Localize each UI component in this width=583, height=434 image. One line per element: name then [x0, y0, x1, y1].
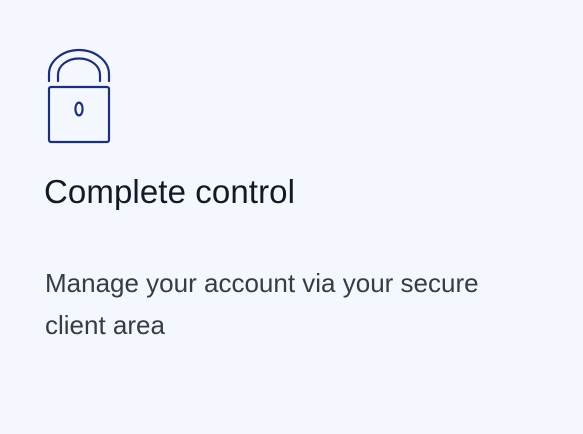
- card-description: Manage your account via your secure clie…: [45, 268, 479, 340]
- feature-card: Complete control Manage your account via…: [0, 0, 583, 434]
- lock-icon: [45, 47, 113, 145]
- card-title: Complete control: [44, 173, 296, 210]
